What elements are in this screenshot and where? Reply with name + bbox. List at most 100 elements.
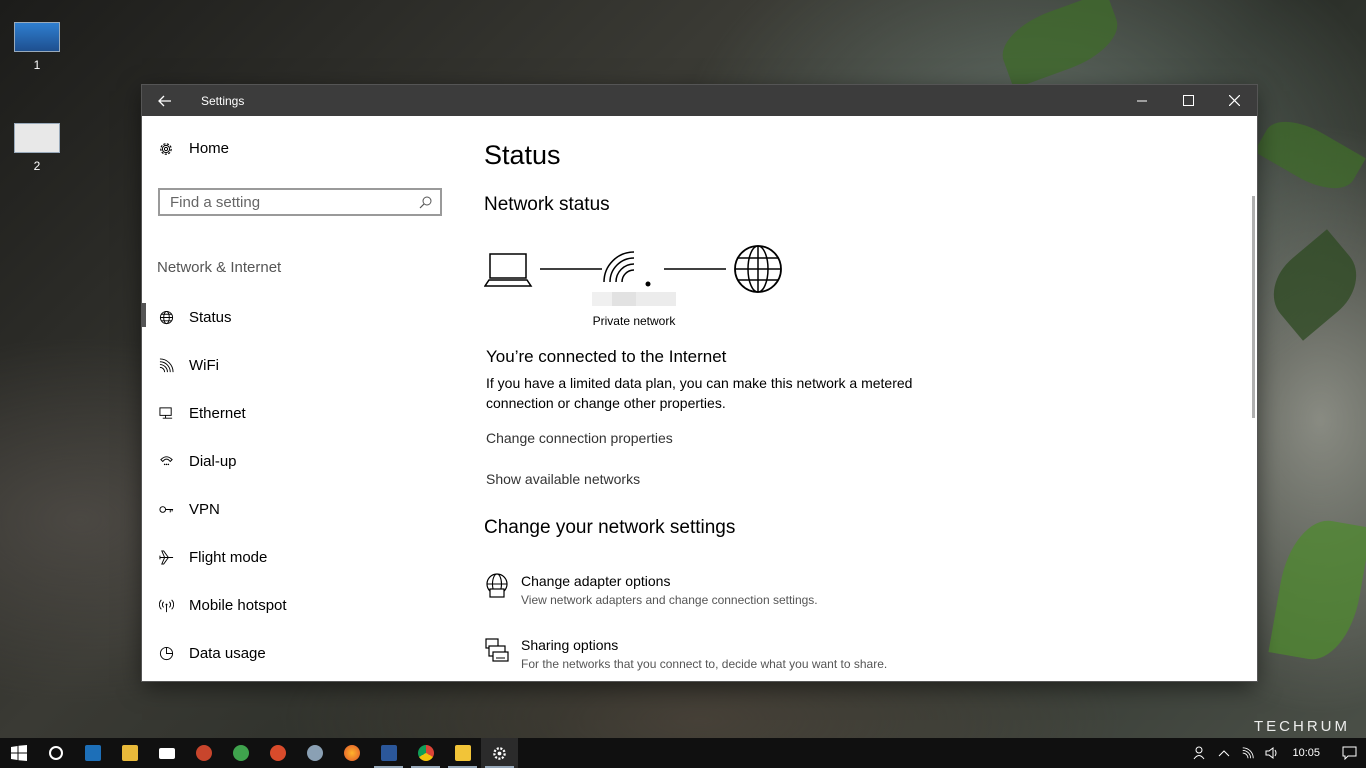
airplane-icon: [158, 549, 174, 565]
back-button[interactable]: [142, 85, 188, 116]
settings-gear-icon: [493, 746, 506, 760]
taskbar-app-firefox[interactable]: [333, 738, 370, 768]
taskbar-app-4[interactable]: [296, 738, 333, 768]
gotv-icon: [84, 745, 101, 761]
sidebar-item-mobile-hotspot[interactable]: Mobile hotspot: [142, 581, 464, 629]
sidebar-item-label: VPN: [189, 500, 220, 518]
media-player-icon: [454, 745, 471, 761]
background-leaf: [1268, 514, 1366, 666]
chrome-icon: [417, 745, 434, 761]
taskbar-app-gotv[interactable]: [74, 738, 111, 768]
taskbar-app-1[interactable]: [185, 738, 222, 768]
taskbar-app-media-player[interactable]: [444, 738, 481, 768]
desktop-icon-1[interactable]: 1: [7, 22, 67, 72]
globe-icon: [158, 309, 174, 325]
sidebar-item-data-usage[interactable]: Data usage: [142, 629, 464, 677]
sharing-options[interactable]: Sharing options For the networks that yo…: [484, 637, 887, 671]
watermark-text: TECHRUM: [1254, 718, 1350, 735]
change-network-settings-heading: Change your network settings: [484, 517, 736, 538]
option-subtitle: For the networks that you connect to, de…: [521, 657, 888, 671]
windows-logo-icon: [10, 745, 27, 761]
network-type-label: Private network: [592, 314, 676, 328]
nav-list: Status WiFi Ethernet Dial-up VPN Flight …: [142, 303, 464, 677]
title-bar: Settings: [142, 85, 1257, 116]
sidebar-item-label: Data usage: [189, 644, 266, 662]
desktop-icon-label: 1: [33, 58, 41, 72]
taskbar-app-file-explorer[interactable]: [111, 738, 148, 768]
desktop-icon-2[interactable]: 2: [7, 123, 67, 173]
sidebar-item-dialup[interactable]: Dial-up: [142, 437, 464, 485]
back-arrow-icon: [158, 95, 171, 106]
people-icon[interactable]: [1188, 746, 1212, 760]
action-center-icon[interactable]: [1332, 746, 1366, 760]
settings-window: Settings Home Network & Internet Status: [142, 85, 1257, 681]
desktop-icon-label: 2: [33, 159, 41, 173]
sidebar-item-label: Dial-up: [189, 452, 237, 470]
sidebar-item-label: Mobile hotspot: [189, 596, 287, 614]
app-icon: [306, 745, 323, 761]
desktop-thumbnail-icon: [14, 22, 60, 52]
laptop-icon: [484, 253, 533, 287]
close-button[interactable]: [1211, 85, 1257, 116]
wifi-icon: [158, 357, 174, 373]
search-input[interactable]: [160, 192, 410, 212]
cortana-circle-icon: [48, 746, 63, 760]
sidebar-item-flight-mode[interactable]: Flight mode: [142, 533, 464, 581]
page-title: Status: [484, 140, 561, 170]
sidebar-item-vpn[interactable]: VPN: [142, 485, 464, 533]
show-available-networks-link[interactable]: Show available networks: [486, 471, 640, 487]
word-icon: [380, 745, 397, 761]
clock[interactable]: 10:05: [1284, 747, 1332, 759]
taskbar-app-settings[interactable]: [481, 738, 518, 768]
minimize-icon: [1137, 100, 1147, 101]
sidebar: Home Network & Internet Status WiFi Ethe…: [142, 116, 464, 681]
folder-icon: [121, 745, 138, 761]
dialup-icon: [158, 453, 174, 469]
adapter-icon: [486, 573, 508, 598]
gear-icon: [160, 142, 172, 155]
sidebar-item-label: Status: [189, 308, 232, 326]
close-icon: [1228, 95, 1240, 106]
mail-icon: [158, 747, 175, 759]
minimize-button[interactable]: [1119, 85, 1165, 116]
internet-globe-icon: [734, 245, 782, 293]
firefox-icon: [343, 745, 360, 761]
wifi-signal-icon: [603, 251, 651, 287]
network-status-heading: Network status: [484, 194, 610, 215]
background-leaf: [1258, 229, 1366, 341]
change-connection-properties-link[interactable]: Change connection properties: [486, 430, 673, 446]
main-content: Status Network status Private network Yo…: [484, 116, 1245, 681]
scrollbar[interactable]: [1252, 196, 1255, 418]
connection-status-description: If you have a limited data plan, you can…: [486, 375, 913, 411]
maximize-button[interactable]: [1165, 85, 1211, 116]
option-title: Change adapter options: [521, 573, 671, 589]
sidebar-item-ethernet[interactable]: Ethernet: [142, 389, 464, 437]
sidebar-item-wifi[interactable]: WiFi: [142, 341, 464, 389]
home-link[interactable]: Home: [158, 140, 229, 157]
taskbar-app-mail[interactable]: [148, 738, 185, 768]
section-title: Network & Internet: [157, 259, 282, 276]
sidebar-item-label: Ethernet: [189, 404, 246, 422]
sidebar-item-label: Flight mode: [189, 548, 268, 566]
search-box[interactable]: [158, 188, 442, 216]
sidebar-item-status[interactable]: Status: [142, 293, 464, 341]
ethernet-icon: [158, 405, 174, 421]
taskbar: 10:05: [0, 738, 1366, 768]
change-adapter-options[interactable]: Change adapter options View network adap…: [484, 573, 818, 607]
volume-icon[interactable]: [1260, 746, 1284, 760]
background-leaf: [1254, 108, 1366, 202]
network-wifi-icon[interactable]: [1236, 746, 1260, 760]
sharing-icon: [485, 638, 509, 662]
taskbar-app-2[interactable]: [222, 738, 259, 768]
network-name-redacted: [592, 292, 676, 306]
desktop-thumbnail-icon: [14, 123, 60, 153]
sidebar-item-label: WiFi: [189, 356, 219, 374]
cortana-button[interactable]: [37, 738, 74, 768]
chevron-up-icon[interactable]: [1212, 749, 1236, 757]
start-button[interactable]: [0, 738, 37, 768]
taskbar-app-3[interactable]: [259, 738, 296, 768]
taskbar-app-chrome[interactable]: [407, 738, 444, 768]
taskbar-app-word[interactable]: [370, 738, 407, 768]
window-title: Settings: [201, 93, 245, 108]
search-icon[interactable]: [410, 196, 440, 209]
